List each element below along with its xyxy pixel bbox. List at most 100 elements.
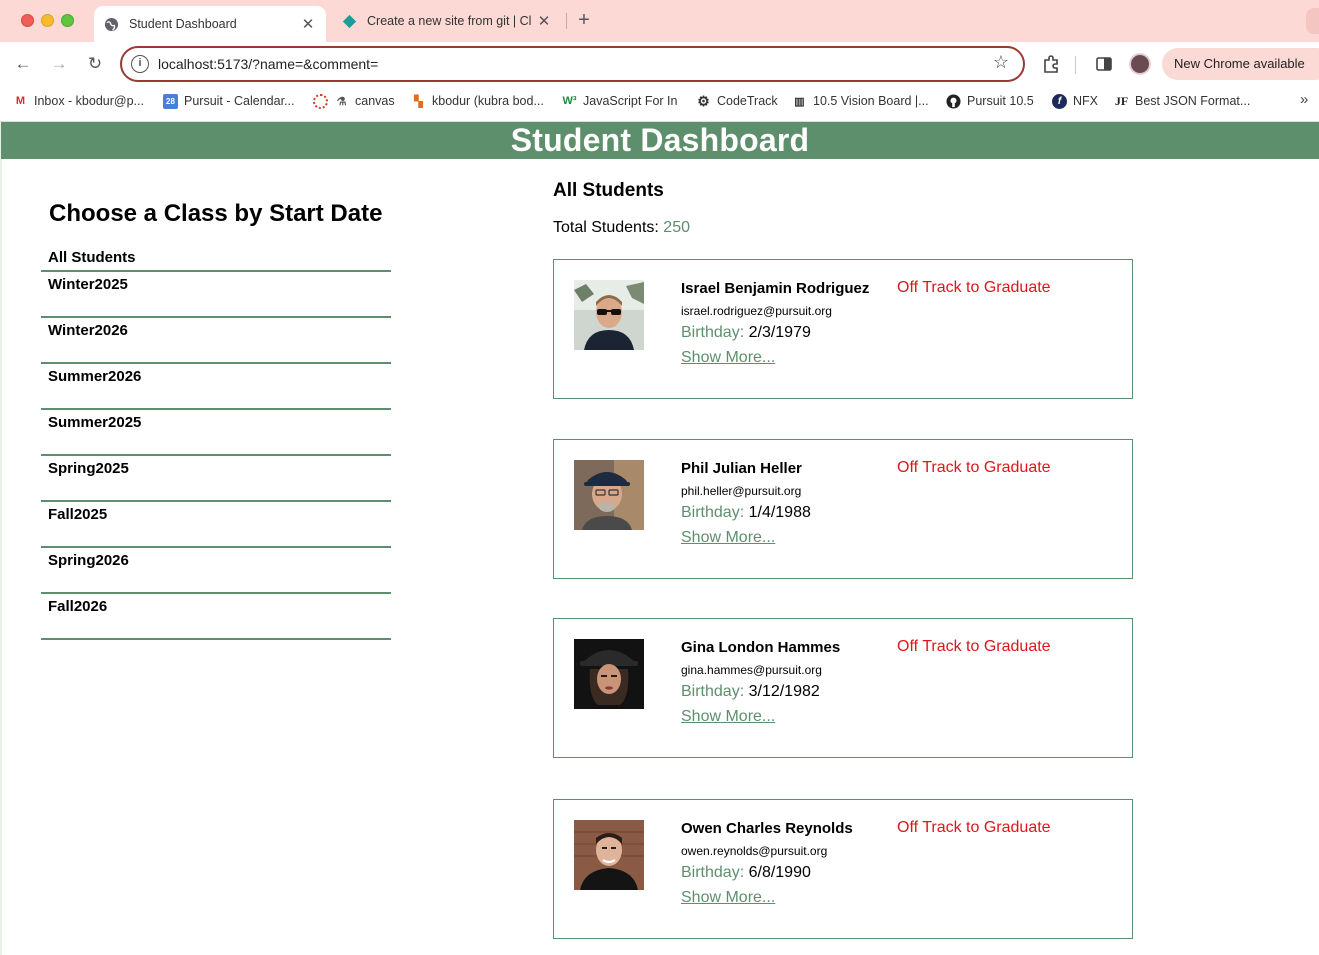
- student-name: Phil Julian Heller: [681, 460, 802, 477]
- class-item-winter2025[interactable]: Winter2025: [41, 272, 391, 318]
- student-card: Gina London Hammes gina.hammes@pursuit.o…: [553, 618, 1133, 758]
- bookmark-label: Best JSON Format...: [1135, 94, 1251, 108]
- bookmark-json[interactable]: JF Best JSON Format...: [1114, 92, 1250, 110]
- bookmarks-bar: M Inbox - kbodur@p... 28 Pursuit - Calen…: [0, 86, 1319, 116]
- page-edge: [0, 122, 2, 955]
- class-item-label: Summer2026: [48, 368, 142, 385]
- window-close-button[interactable]: [21, 14, 34, 27]
- page-content: Student Dashboard Choose a Class by Star…: [0, 122, 1319, 955]
- netlify-icon: [342, 14, 357, 29]
- url-input[interactable]: [158, 53, 938, 75]
- bookmark-label: NFX: [1073, 94, 1098, 108]
- bookmark-calendar[interactable]: 28 Pursuit - Calendar...: [163, 92, 294, 110]
- browser-tab-strip: Student Dashboard ✕ Create a new site fr…: [0, 0, 1319, 42]
- bookmark-vision-board[interactable]: ▥ 10.5 Vision Board |...: [792, 92, 929, 110]
- window-minimize-button[interactable]: [41, 14, 54, 27]
- gear-icon: ⚙: [697, 92, 710, 109]
- github-icon: [946, 93, 961, 109]
- tab-close-icon[interactable]: ✕: [300, 15, 316, 33]
- bookmark-label: 10.5 Vision Board |...: [813, 94, 929, 108]
- bookmark-gitlab[interactable]: ▚ kbodur (kubra bod...: [411, 92, 544, 110]
- bookmark-star-icon[interactable]: ☆: [993, 52, 1009, 73]
- tab-search-button[interactable]: [1306, 8, 1319, 34]
- profile-avatar[interactable]: [1129, 53, 1151, 75]
- class-heading: Choose a Class by Start Date: [49, 200, 383, 227]
- extensions-icon[interactable]: [1040, 53, 1062, 75]
- class-list: All Students Winter2025 Winter2026 Summe…: [41, 244, 391, 640]
- new-tab-button[interactable]: +: [574, 9, 594, 31]
- class-item-spring2026[interactable]: Spring2026: [41, 548, 391, 594]
- tab-label: Student Dashboard: [129, 17, 237, 31]
- bookmark-codetrack[interactable]: ⚙ CodeTrack: [696, 92, 777, 110]
- toolbar-separator: [1075, 56, 1076, 74]
- bookmark-label: Pursuit 10.5: [967, 94, 1034, 108]
- class-item-winter2026[interactable]: Winter2026: [41, 318, 391, 364]
- class-item-summer2026[interactable]: Summer2026: [41, 364, 391, 410]
- bookmarks-overflow-icon[interactable]: »: [1300, 91, 1308, 108]
- class-item-spring2025[interactable]: Spring2025: [41, 456, 391, 502]
- total-count: 250: [663, 219, 690, 236]
- address-bar[interactable]: i ☆: [120, 46, 1025, 82]
- class-item-fall2026[interactable]: Fall2026: [41, 594, 391, 640]
- total-label: Total Students:: [553, 219, 659, 236]
- status-badge: Off Track to Graduate: [897, 819, 1051, 836]
- student-birthday: Birthday: 6/8/1990: [681, 864, 811, 882]
- back-arrow-icon[interactable]: ←: [11, 52, 35, 76]
- window-zoom-button[interactable]: [61, 14, 74, 27]
- chrome-update-button[interactable]: New Chrome available: [1162, 48, 1319, 80]
- student-card: Phil Julian Heller phil.heller@pursuit.o…: [553, 439, 1133, 579]
- class-item-label: Fall2026: [48, 598, 108, 615]
- show-more-link[interactable]: Show More...: [681, 889, 775, 907]
- bookmark-javascript[interactable]: W³ JavaScript For In: [562, 92, 677, 110]
- tab-separator: [566, 13, 567, 29]
- student-name: Owen Charles Reynolds: [681, 820, 853, 837]
- tab-create-site[interactable]: Create a new site from git | Cl ✕: [332, 6, 562, 36]
- class-item-label: Spring2026: [48, 552, 129, 569]
- globe-icon: [104, 17, 119, 32]
- class-item-fall2025[interactable]: Fall2025: [41, 502, 391, 548]
- site-info-icon[interactable]: i: [131, 55, 149, 73]
- student-name: Israel Benjamin Rodriguez: [681, 280, 870, 297]
- student-photo: [574, 280, 644, 350]
- birthday-value: 3/12/1982: [748, 683, 820, 700]
- student-email: phil.heller@pursuit.org: [681, 484, 802, 498]
- tab-student-dashboard[interactable]: Student Dashboard ✕: [94, 6, 326, 42]
- student-photo: [574, 460, 644, 530]
- birthday-value: 2/3/1979: [748, 324, 811, 341]
- bookmark-label: canvas: [355, 94, 395, 108]
- bookmark-label: JavaScript For In: [583, 94, 678, 108]
- student-card: Owen Charles Reynolds owen.reynolds@purs…: [553, 799, 1133, 939]
- canvas-icon: [313, 93, 328, 109]
- nfx-icon: f: [1052, 93, 1067, 109]
- class-item-label: Winter2026: [48, 322, 128, 339]
- tab-close-icon[interactable]: ✕: [536, 12, 552, 30]
- flask-icon: ⚗: [336, 95, 347, 108]
- status-badge: Off Track to Graduate: [897, 638, 1051, 655]
- birthday-label: Birthday:: [681, 504, 745, 521]
- bookmark-label: Pursuit - Calendar...: [184, 94, 295, 108]
- class-item-summer2025[interactable]: Summer2025: [41, 410, 391, 456]
- show-more-link[interactable]: Show More...: [681, 349, 775, 367]
- student-name: Gina London Hammes: [681, 639, 841, 656]
- reload-icon[interactable]: ↻: [83, 52, 107, 76]
- show-more-link[interactable]: Show More...: [681, 529, 775, 547]
- section-title: All Students: [553, 180, 664, 201]
- student-card: Israel Benjamin Rodriguez israel.rodrigu…: [553, 259, 1133, 399]
- class-item-all-students[interactable]: All Students: [41, 244, 391, 272]
- calendar-icon: 28: [163, 93, 178, 109]
- bookmark-canvas[interactable]: ⚗ canvas: [313, 92, 395, 110]
- student-photo: [574, 639, 644, 709]
- birthday-label: Birthday:: [681, 683, 745, 700]
- forward-arrow-icon[interactable]: →: [47, 52, 71, 76]
- side-panel-icon[interactable]: [1093, 53, 1115, 75]
- bookmark-inbox[interactable]: M Inbox - kbodur@p...: [13, 92, 144, 110]
- student-email: gina.hammes@pursuit.org: [681, 663, 822, 677]
- status-badge: Off Track to Graduate: [897, 279, 1051, 296]
- student-email: owen.reynolds@pursuit.org: [681, 844, 828, 858]
- student-birthday: Birthday: 3/12/1982: [681, 683, 820, 701]
- bookmark-pursuit[interactable]: Pursuit 10.5: [946, 92, 1034, 110]
- bookmark-nfx[interactable]: f NFX: [1052, 92, 1098, 110]
- student-photo: [574, 820, 644, 890]
- student-birthday: Birthday: 1/4/1988: [681, 504, 811, 522]
- show-more-link[interactable]: Show More...: [681, 708, 775, 726]
